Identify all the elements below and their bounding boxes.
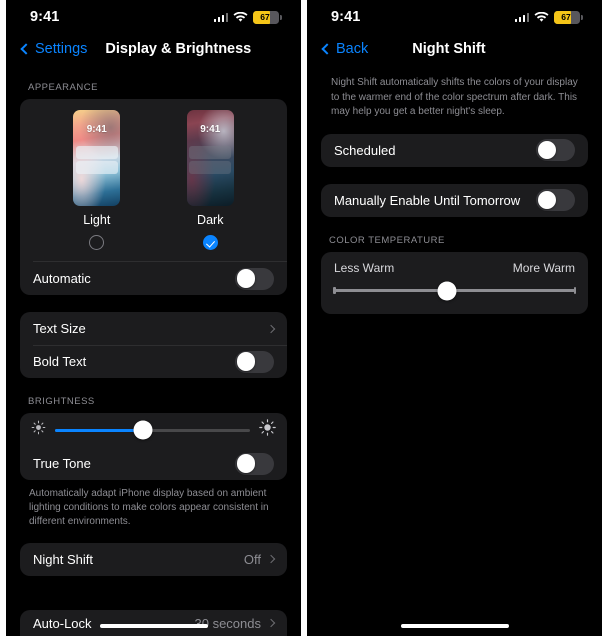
brightness-card: True Tone [20, 413, 287, 480]
row-text-size[interactable]: Text Size [20, 312, 287, 345]
row-night-shift[interactable]: Night Shift Off [20, 543, 287, 576]
appearance-radio-light[interactable] [89, 235, 105, 250]
appearance-label-dark: Dark [197, 213, 224, 227]
manual-enable-card: Manually Enable Until Tomorrow [321, 183, 588, 217]
thumbnail-notification [189, 146, 232, 159]
manually-enable-label: Manually Enable Until Tomorrow [334, 192, 521, 208]
back-button-label: Settings [35, 41, 88, 57]
color-temperature-knob[interactable] [437, 281, 457, 300]
night-shift-card: Night Shift Off [20, 542, 287, 576]
brightness-low-icon [31, 420, 46, 440]
battery-percentage: 67 [260, 11, 270, 22]
nav-bar: Back Night Shift [307, 34, 602, 64]
color-temperature-labels: Less Warm More Warm [321, 261, 588, 275]
phone-display-brightness: 9:41 67 Settings Display & Brightness AP… [6, 0, 301, 636]
bold-text-label: Bold Text [33, 354, 87, 369]
less-warm-label: Less Warm [334, 260, 395, 275]
brightness-slider-knob[interactable] [133, 420, 153, 440]
chevron-right-icon [266, 324, 276, 333]
back-button-label: Back [336, 41, 369, 57]
row-manually-enable[interactable]: Manually Enable Until Tomorrow [321, 184, 588, 217]
home-indicator[interactable] [99, 623, 208, 628]
battery-percentage: 67 [561, 11, 571, 22]
cellular-signal-icon [213, 12, 228, 22]
color-temperature-slider-row[interactable] [321, 281, 588, 301]
true-tone-label: True Tone [33, 456, 91, 471]
scheduled-label: Scheduled [334, 142, 396, 158]
status-bar-indicators: 67 [514, 10, 583, 24]
appearance-label-light: Light [83, 213, 111, 227]
status-bar: 9:41 67 [6, 0, 301, 34]
appearance-option-dark[interactable]: 9:41 Dark [158, 110, 262, 250]
true-tone-footnote: Automatically adapt iPhone display based… [29, 488, 269, 528]
thumbnail-time: 9:41 [200, 124, 221, 135]
row-bold-text[interactable]: Bold Text [20, 345, 287, 378]
settings-content: APPEARANCE 9:41 Light 9:41 Dark Automati… [6, 64, 301, 576]
automatic-toggle[interactable] [235, 267, 274, 290]
brightness-slider-track[interactable] [55, 420, 250, 440]
dual-phone-screenshot: 9:41 67 Settings Display & Brightness AP… [0, 0, 602, 636]
page-title: Night Shift [412, 41, 486, 57]
page-title: Display & Brightness [105, 41, 252, 57]
section-header-appearance: APPEARANCE [28, 82, 98, 93]
battery-icon: 67 [253, 10, 282, 24]
appearance-radio-dark[interactable] [202, 235, 218, 250]
appearance-previews: 9:41 Light 9:41 Dark [20, 110, 287, 250]
nav-bar: Settings Display & Brightness [6, 34, 301, 64]
night-shift-content: Night Shift automatically shifts the col… [307, 64, 602, 314]
chevron-left-icon [20, 43, 32, 55]
scheduled-toggle[interactable] [536, 139, 575, 161]
dark-mode-thumbnail[interactable]: 9:41 [186, 110, 234, 206]
true-tone-toggle[interactable] [235, 452, 274, 475]
light-mode-thumbnail[interactable]: 9:41 [73, 110, 121, 206]
color-temperature-card: Less Warm More Warm [321, 251, 588, 314]
more-warm-label: More Warm [512, 260, 575, 275]
back-button[interactable]: Back [321, 41, 369, 57]
thumbnail-notification [75, 146, 118, 159]
chevron-left-icon [321, 43, 333, 55]
row-automatic[interactable]: Automatic [20, 262, 287, 295]
text-size-label: Text Size [33, 321, 86, 336]
night-shift-label: Night Shift [33, 551, 93, 567]
brightness-slider-row[interactable] [20, 413, 287, 447]
battery-icon: 67 [554, 10, 583, 24]
thumbnail-time: 9:41 [86, 124, 107, 135]
text-settings-card: Text Size Bold Text [20, 312, 287, 378]
automatic-label: Automatic [33, 271, 91, 286]
appearance-option-light[interactable]: 9:41 Light [45, 110, 149, 250]
status-bar-time: 9:41 [30, 9, 60, 25]
chevron-right-icon [266, 618, 276, 628]
wifi-icon [534, 11, 549, 23]
night-shift-description: Night Shift automatically shifts the col… [331, 77, 578, 117]
phone-night-shift: 9:41 67 Back Night Shift Night Shift aut… [307, 0, 602, 636]
row-scheduled[interactable]: Scheduled [321, 134, 588, 167]
status-bar-indicators: 67 [213, 10, 282, 24]
appearance-card: 9:41 Light 9:41 Dark Automatic [20, 99, 287, 295]
wifi-icon [233, 11, 248, 23]
color-temperature-track[interactable] [333, 281, 576, 300]
chevron-right-icon [266, 554, 276, 564]
section-header-color-temperature: COLOR TEMPERATURE [329, 234, 445, 246]
home-indicator[interactable] [400, 623, 509, 628]
status-bar: 9:41 67 [307, 0, 602, 34]
brightness-high-icon [259, 419, 276, 441]
bold-text-toggle[interactable] [235, 350, 274, 373]
row-true-tone[interactable]: True Tone [20, 447, 287, 480]
cellular-signal-icon [514, 12, 529, 22]
status-bar-time: 9:41 [331, 9, 361, 25]
thumbnail-notification [189, 161, 232, 174]
night-shift-value: Off [243, 551, 261, 567]
section-header-brightness: BRIGHTNESS [28, 396, 95, 407]
manually-enable-toggle[interactable] [536, 189, 575, 211]
thumbnail-notification [75, 161, 118, 174]
scheduled-card: Scheduled [321, 133, 588, 167]
back-button-settings[interactable]: Settings [20, 41, 88, 57]
